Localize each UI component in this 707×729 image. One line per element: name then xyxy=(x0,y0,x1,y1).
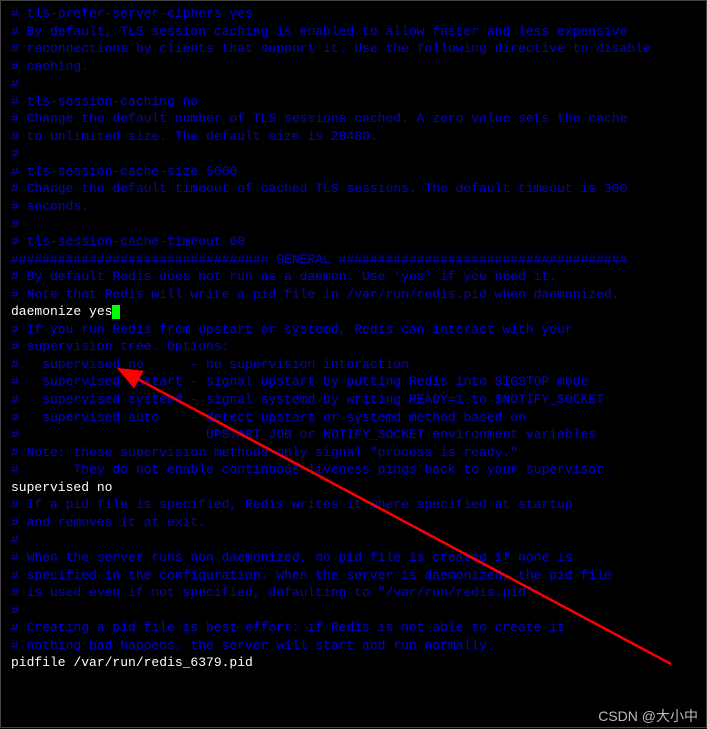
config-comment: # By default Redis does not run as a dae… xyxy=(11,268,696,286)
config-comment: # xyxy=(11,145,696,163)
config-directive: daemonize yes xyxy=(11,303,696,321)
config-comment: # UPSTART_JOB or NOTIFY_SOCKET environme… xyxy=(11,426,696,444)
config-comment: ################################# GENERA… xyxy=(11,251,696,269)
config-comment: # supervised no - no supervision interac… xyxy=(11,356,696,374)
config-comment: # supervised upstart - signal upstart by… xyxy=(11,373,696,391)
config-comment: # Note that Redis will write a pid file … xyxy=(11,286,696,304)
config-comment: # tls-session-cache-size 5000 xyxy=(11,163,696,181)
config-comment: # If a pid file is specified, Redis writ… xyxy=(11,496,696,514)
config-comment: # nothing bad happens, the server will s… xyxy=(11,637,696,655)
config-comment: # reconnections by clients that support … xyxy=(11,40,696,58)
config-comment: # supervised auto - detect upstart or sy… xyxy=(11,409,696,427)
config-comment: # By default, TLS session caching is ena… xyxy=(11,23,696,41)
config-comment: # supervision tree. Options: xyxy=(11,338,696,356)
config-comment: # Note: these supervision methods only s… xyxy=(11,444,696,462)
config-comment: # Change the default number of TLS sessi… xyxy=(11,110,696,128)
config-comment: # xyxy=(11,531,696,549)
config-comment: # xyxy=(11,602,696,620)
config-comment: # tls-prefer-server-ciphers yes xyxy=(11,5,696,23)
config-comment: # Change the default timeout of cached T… xyxy=(11,180,696,198)
config-comment: # supervised systemd - signal systemd by… xyxy=(11,391,696,409)
config-comment: # xyxy=(11,75,696,93)
config-comment: # seconds. xyxy=(11,198,696,216)
config-comment: # tls-session-cache-timeout 60 xyxy=(11,233,696,251)
config-comment: # to unlimited size. The default size is… xyxy=(11,128,696,146)
config-comment: # tls-session-caching no xyxy=(11,93,696,111)
config-directive: pidfile /var/run/redis_6379.pid xyxy=(11,654,696,672)
config-comment: # Creating a pid file is best effort: if… xyxy=(11,619,696,637)
config-directive: supervised no xyxy=(11,479,696,497)
config-comment: # If you run Redis from upstart or syste… xyxy=(11,321,696,339)
watermark-text: CSDN @大小中 xyxy=(598,707,698,726)
config-comment: # They do not enable continuous liveness… xyxy=(11,461,696,479)
config-comment: # and removes it at exit. xyxy=(11,514,696,532)
config-comment: # caching. xyxy=(11,58,696,76)
config-comment: # xyxy=(11,216,696,234)
config-comment: # specified in the configuration. When t… xyxy=(11,567,696,585)
config-comment: # is used even if not specified, default… xyxy=(11,584,696,602)
terminal-editor[interactable]: # tls-prefer-server-ciphers yes# By defa… xyxy=(11,5,696,672)
cursor-icon xyxy=(112,305,120,319)
config-comment: # When the server runs non daemonized, n… xyxy=(11,549,696,567)
